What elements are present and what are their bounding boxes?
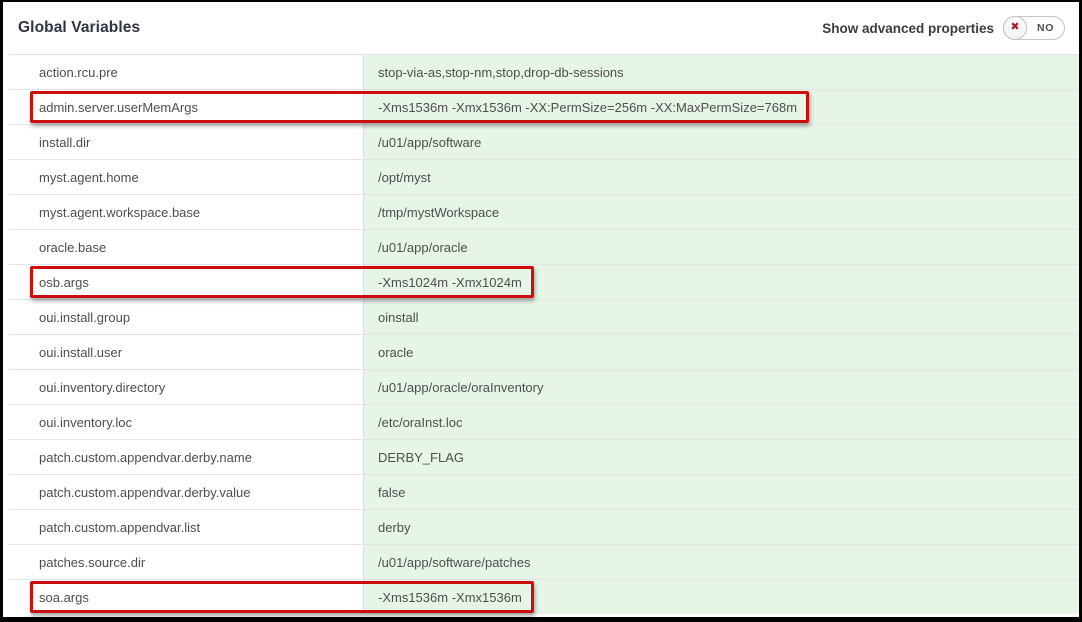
variable-value: DERBY_FLAG <box>378 450 464 465</box>
variable-key-cell: oui.inventory.directory <box>9 370 363 404</box>
variable-key-cell: oui.install.user <box>9 335 363 369</box>
variable-value-cell[interactable]: -Xms1024m -Xmx1024m <box>363 265 1079 299</box>
table-row[interactable]: action.rcu.pre stop-via-as,stop-nm,stop,… <box>9 54 1079 89</box>
variable-key-cell: patch.custom.appendvar.derby.value <box>9 475 363 509</box>
table-row[interactable]: patch.custom.appendvar.derby.name DERBY_… <box>9 439 1079 474</box>
variable-key: action.rcu.pre <box>39 65 118 80</box>
variable-key: patch.custom.appendvar.derby.name <box>39 450 252 465</box>
variable-value: -Xms1536m -Xmx1536m <box>378 590 522 605</box>
table-row[interactable]: oracle.base /u01/app/oracle <box>9 229 1079 264</box>
variable-key: patches.source.dir <box>39 555 145 570</box>
variable-key-cell: myst.agent.home <box>9 160 363 194</box>
app-window: Global Variables Show advanced propertie… <box>0 0 1082 622</box>
table-row[interactable]: soa.args -Xms1536m -Xmx1536m <box>9 579 1079 614</box>
toggle-label: Show advanced properties <box>822 21 994 36</box>
variable-value-cell[interactable]: /u01/app/oracle <box>363 230 1079 264</box>
variable-key-cell: soa.args <box>9 580 363 614</box>
variable-value-cell[interactable]: /opt/myst <box>363 160 1079 194</box>
variable-key: oui.install.group <box>39 310 130 325</box>
variable-key-cell: oui.install.group <box>9 300 363 334</box>
table-row[interactable]: patch.custom.appendvar.list derby <box>9 509 1079 544</box>
variable-value: stop-via-as,stop-nm,stop,drop-db-session… <box>378 65 624 80</box>
variable-key: oracle.base <box>39 240 106 255</box>
page-title: Global Variables <box>18 19 140 37</box>
variable-value: /u01/app/oracle/oraInventory <box>378 380 544 395</box>
variable-value-cell[interactable]: stop-via-as,stop-nm,stop,drop-db-session… <box>363 55 1079 89</box>
variable-value-cell[interactable]: /etc/oraInst.loc <box>363 405 1079 439</box>
variable-value-cell[interactable]: DERBY_FLAG <box>363 440 1079 474</box>
variables-table: action.rcu.pre stop-via-as,stop-nm,stop,… <box>9 54 1079 614</box>
variable-key: soa.args <box>39 590 89 605</box>
table-row[interactable]: oui.install.user oracle <box>9 334 1079 369</box>
variable-key-cell: admin.server.userMemArgs <box>9 90 363 124</box>
variable-value: false <box>378 485 405 500</box>
advanced-properties-control: Show advanced properties ✖ NO <box>822 16 1065 40</box>
table-row[interactable]: admin.server.userMemArgs -Xms1536m -Xmx1… <box>9 89 1079 124</box>
variable-key: myst.agent.workspace.base <box>39 205 200 220</box>
variable-key-cell: oracle.base <box>9 230 363 264</box>
table-row[interactable]: oui.install.group oinstall <box>9 299 1079 334</box>
variable-value-cell[interactable]: /u01/app/software <box>363 125 1079 159</box>
variable-key: myst.agent.home <box>39 170 139 185</box>
variable-key-cell: patches.source.dir <box>9 545 363 579</box>
variable-value: -Xms1536m -Xmx1536m -XX:PermSize=256m -X… <box>378 100 797 115</box>
variable-key-cell: oui.inventory.loc <box>9 405 363 439</box>
variable-key-cell: install.dir <box>9 125 363 159</box>
table-row[interactable]: myst.agent.home /opt/myst <box>9 159 1079 194</box>
advanced-properties-toggle[interactable]: ✖ NO <box>1003 16 1065 40</box>
x-icon: ✖ <box>1010 22 1019 33</box>
variable-key: osb.args <box>39 275 89 290</box>
variable-value-cell[interactable]: derby <box>363 510 1079 544</box>
table-row[interactable]: myst.agent.workspace.base /tmp/mystWorks… <box>9 194 1079 229</box>
variable-value: /u01/app/oracle <box>378 240 468 255</box>
variable-value: /u01/app/software/patches <box>378 555 531 570</box>
variable-value-cell[interactable]: false <box>363 475 1079 509</box>
variable-value: oracle <box>378 345 413 360</box>
variable-value-cell[interactable]: /tmp/mystWorkspace <box>363 195 1079 229</box>
table-row[interactable]: patches.source.dir /u01/app/software/pat… <box>9 544 1079 579</box>
variable-value-cell[interactable]: /u01/app/oracle/oraInventory <box>363 370 1079 404</box>
variable-key: patch.custom.appendvar.list <box>39 520 200 535</box>
variable-key: oui.inventory.loc <box>39 415 132 430</box>
variable-value: /tmp/mystWorkspace <box>378 205 499 220</box>
variable-value: oinstall <box>378 310 418 325</box>
table-row[interactable]: oui.inventory.directory /u01/app/oracle/… <box>9 369 1079 404</box>
variable-value-cell[interactable]: oinstall <box>363 300 1079 334</box>
variable-value-cell[interactable]: /u01/app/software/patches <box>363 545 1079 579</box>
variable-value-cell[interactable]: oracle <box>363 335 1079 369</box>
variable-key-cell: patch.custom.appendvar.derby.name <box>9 440 363 474</box>
variable-value: derby <box>378 520 411 535</box>
page-header: Global Variables Show advanced propertie… <box>3 2 1079 54</box>
variable-key-cell: patch.custom.appendvar.list <box>9 510 363 544</box>
toggle-knob[interactable]: ✖ <box>1003 16 1027 40</box>
variable-key-cell: osb.args <box>9 265 363 299</box>
variable-key-cell: myst.agent.workspace.base <box>9 195 363 229</box>
variable-value-cell[interactable]: -Xms1536m -Xmx1536m -XX:PermSize=256m -X… <box>363 90 1079 124</box>
table-row[interactable]: osb.args -Xms1024m -Xmx1024m <box>9 264 1079 299</box>
table-row[interactable]: patch.custom.appendvar.derby.value false <box>9 474 1079 509</box>
variable-key-cell: action.rcu.pre <box>9 55 363 89</box>
variable-value: /u01/app/software <box>378 135 481 150</box>
variable-key: admin.server.userMemArgs <box>39 100 198 115</box>
table-row[interactable]: oui.inventory.loc /etc/oraInst.loc <box>9 404 1079 439</box>
variable-key: oui.install.user <box>39 345 122 360</box>
variable-key: install.dir <box>39 135 90 150</box>
variable-value: /opt/myst <box>378 170 431 185</box>
toggle-state-label: NO <box>1027 22 1064 34</box>
table-row[interactable]: install.dir /u01/app/software <box>9 124 1079 159</box>
variable-value: -Xms1024m -Xmx1024m <box>378 275 522 290</box>
variable-value-cell[interactable]: -Xms1536m -Xmx1536m <box>363 580 1079 614</box>
variable-value: /etc/oraInst.loc <box>378 415 463 430</box>
variable-key: oui.inventory.directory <box>39 380 165 395</box>
variable-key: patch.custom.appendvar.derby.value <box>39 485 251 500</box>
